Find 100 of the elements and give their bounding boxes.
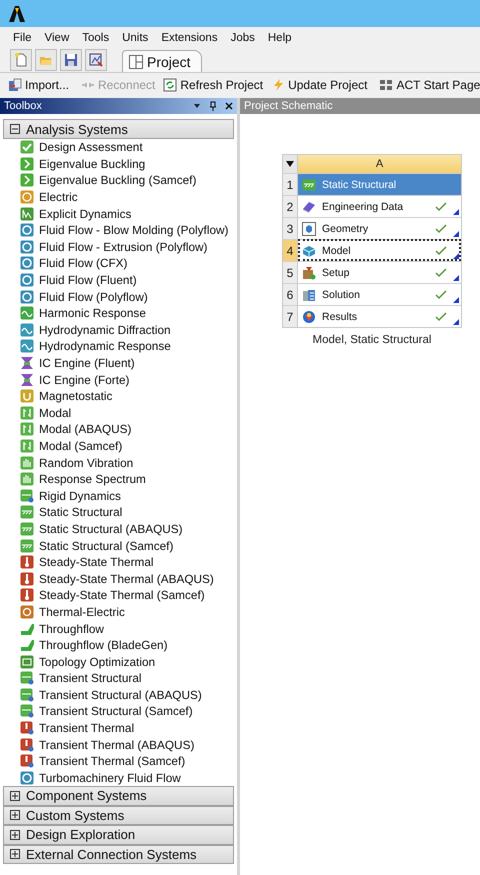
toolbox-item[interactable]: Explicit Dynamics — [20, 205, 237, 222]
row-number: 7 — [283, 305, 298, 327]
toolbox-item[interactable]: Hydrodynamic Diffraction — [20, 322, 237, 338]
toolbox-item[interactable]: Transient Thermal (ABAQUS) — [20, 736, 237, 753]
toolbox-item[interactable]: Transient Structural (Samcef) — [20, 703, 237, 720]
menu-item[interactable]: Units — [117, 32, 156, 44]
toolbox-item[interactable]: Modal (ABAQUS) — [20, 421, 237, 438]
toolbox-item[interactable]: Transient Thermal — [20, 720, 237, 736]
caret-icon — [286, 161, 294, 167]
corner-icon — [453, 209, 459, 215]
dropdown-icon[interactable] — [193, 103, 201, 109]
toolbox-item[interactable]: IC Engine (Forte) — [20, 371, 237, 388]
app-logo-icon — [8, 4, 26, 22]
menu-item[interactable]: Tools — [77, 32, 118, 44]
system-block[interactable]: A 1 Static Structural 2 Engineering Data 3 Geometry 4 Model 5 Setup 6 Solution 7 Results — [282, 154, 462, 328]
duct-icon — [20, 638, 34, 652]
toolbox-item[interactable]: Topology Optimization — [20, 653, 237, 670]
toolbox-item[interactable]: Transient Structural — [20, 670, 237, 687]
beam-clock-icon — [20, 704, 34, 718]
group-header[interactable]: Design Exploration — [3, 825, 234, 845]
toolbox-item[interactable]: Design Assessment — [20, 139, 237, 156]
thermometer-clock-icon — [20, 754, 34, 768]
toolbox-item[interactable]: Hydrodynamic Response — [20, 338, 237, 355]
toolbox-item[interactable]: Fluid Flow (CFX) — [20, 255, 237, 272]
system-caption: Model, Static Structural — [312, 334, 432, 346]
group-header[interactable]: Analysis Systems — [3, 119, 234, 139]
thermometer-icon — [20, 572, 34, 586]
toolbox-item[interactable]: Transient Structural (ABAQUS) — [20, 686, 237, 704]
system-cell[interactable]: Engineering Data — [298, 195, 461, 217]
system-cell[interactable]: Static Structural — [298, 173, 461, 195]
results-icon — [302, 310, 316, 324]
expand-icon — [10, 810, 20, 820]
system-cell[interactable]: Setup — [298, 261, 461, 283]
toolbox-item[interactable]: Fluid Flow - Blow Molding (Polyflow) — [20, 222, 237, 239]
toolbar-button[interactable]: ACT Start Page — [377, 76, 480, 92]
toolbox-item[interactable]: Response Spectrum — [20, 470, 237, 488]
expand-icon — [10, 849, 20, 860]
toolbox-item[interactable]: Static Structural (ABAQUS) — [20, 520, 237, 538]
menu-item[interactable]: View — [40, 32, 78, 44]
panel-title: Project Schematic — [244, 100, 333, 112]
toolbox-item[interactable]: Steady-State Thermal — [20, 554, 237, 570]
beam-clock-icon — [20, 688, 34, 702]
setup-icon — [302, 266, 316, 280]
toolbox-item[interactable]: Fluid Flow - Extrusion (Polyflow) — [20, 238, 237, 256]
toolbox-item[interactable]: Static Structural — [20, 504, 237, 521]
toolbox-item[interactable]: Turbomachinery Fluid Flow — [20, 770, 237, 786]
wave-icon — [20, 306, 34, 320]
toolbox-item[interactable]: Modal — [20, 404, 237, 422]
toolbox-item[interactable]: Static Structural (Samcef) — [20, 537, 237, 554]
system-cell[interactable]: Model — [298, 239, 461, 261]
menu-item[interactable]: Help — [262, 32, 300, 44]
magnet-icon — [20, 389, 34, 404]
book-icon — [302, 200, 316, 214]
row-number: 5 — [283, 261, 298, 283]
menu-cell[interactable] — [283, 155, 298, 173]
menu-item[interactable]: Extensions — [156, 32, 226, 44]
column-header: A — [298, 155, 461, 173]
duct-icon — [20, 622, 34, 636]
pin-icon[interactable] — [209, 101, 217, 111]
toolbar-button[interactable] — [10, 49, 32, 71]
corner-icon — [453, 231, 459, 237]
toolbox-item[interactable]: Transient Thermal (Samcef) — [20, 752, 237, 770]
toolbox-item[interactable]: Steady-State Thermal (ABAQUS) — [20, 570, 237, 588]
toolbar-button[interactable]: Update Project — [269, 76, 370, 92]
toolbox-item[interactable]: Steady-State Thermal (Samcef) — [20, 587, 237, 604]
toolbox-item[interactable]: IC Engine (Fluent) — [20, 354, 237, 372]
wave-icon — [20, 322, 34, 337]
thermometer-icon — [20, 555, 34, 570]
toolbox-item[interactable]: Magnetostatic — [20, 388, 237, 404]
beam-icon — [20, 505, 34, 520]
toolbox-item[interactable]: Throughflow — [20, 620, 237, 637]
toolbox-item[interactable]: Modal (Samcef) — [20, 438, 237, 454]
toolbox-item[interactable]: Rigid Dynamics — [20, 487, 237, 504]
toolbox-item[interactable]: Throughflow (BladeGen) — [20, 636, 237, 654]
thermometer-clock-icon — [20, 738, 34, 752]
toolbox-item[interactable]: Harmonic Response — [20, 304, 237, 322]
toolbar-button[interactable] — [60, 49, 82, 71]
group-header[interactable]: Custom Systems — [3, 806, 234, 826]
toolbox-item[interactable]: Fluid Flow (Polyflow) — [20, 288, 237, 305]
refresh-icon — [163, 78, 178, 92]
toolbox-item[interactable]: Electric — [20, 188, 237, 206]
toolbox-item[interactable]: Eigenvalue Buckling (Samcef) — [20, 172, 237, 189]
grid-icon — [379, 78, 394, 92]
toolbox-item[interactable]: Fluid Flow (Fluent) — [20, 272, 237, 288]
toolbar-button[interactable] — [85, 49, 107, 71]
project-tab[interactable]: Project — [122, 50, 202, 72]
group-header[interactable]: External Connection Systems — [3, 844, 234, 864]
system-cell[interactable]: Geometry — [298, 217, 461, 239]
toolbox-item[interactable]: Thermal-Electric — [20, 604, 237, 620]
toolbar-button[interactable]: Refresh Project — [161, 76, 266, 92]
group-header[interactable]: Component Systems — [3, 786, 234, 806]
close-icon[interactable] — [225, 102, 233, 110]
system-cell[interactable]: Solution — [298, 283, 461, 305]
system-cell[interactable]: Results — [298, 305, 461, 327]
engine-icon — [20, 356, 34, 370]
toolbox-item[interactable]: Eigenvalue Buckling — [20, 156, 237, 172]
toolbar-button[interactable]: Import... — [6, 76, 72, 92]
menu-item[interactable]: Jobs — [226, 32, 263, 44]
toolbox-item[interactable]: Random Vibration — [20, 454, 237, 471]
menu-item[interactable]: File — [8, 32, 40, 44]
